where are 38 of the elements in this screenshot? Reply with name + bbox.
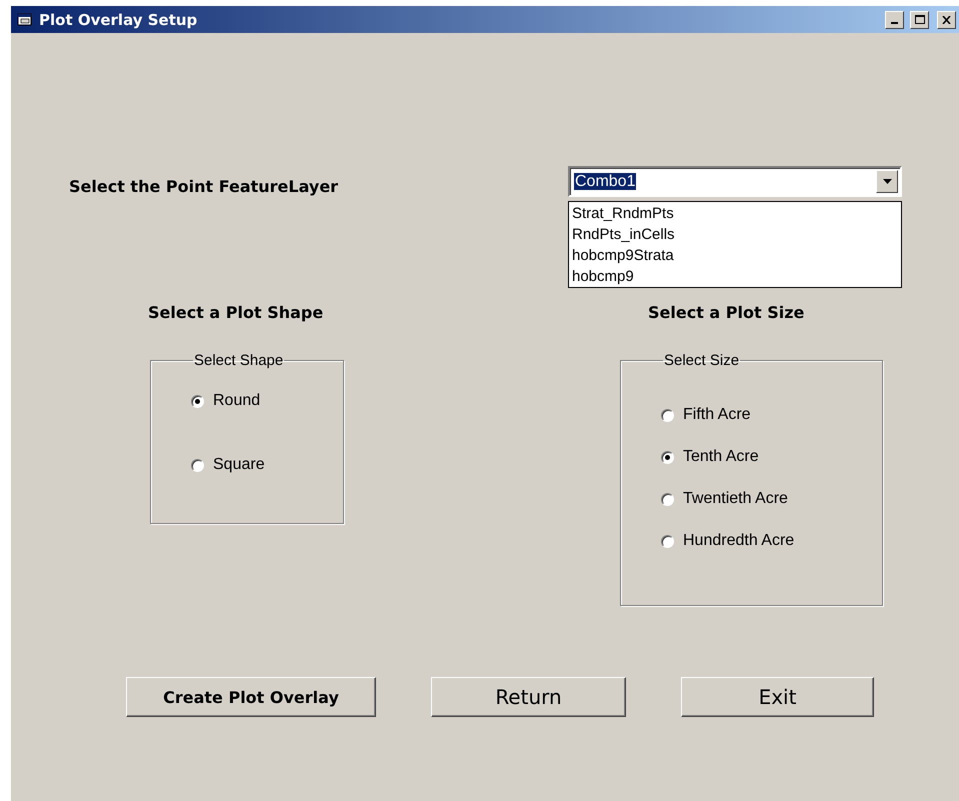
close-icon [942,16,951,24]
dialog-button[interactable]: Exit [681,677,874,717]
radio-option[interactable]: Tenth Acre [661,447,882,467]
combo-value: Combo1 [574,172,638,190]
frame-title: Select Shape [193,352,284,369]
radio-option[interactable]: Square [191,455,343,475]
radio-label: Fifth Acre [683,406,751,424]
radio-button[interactable] [661,534,674,548]
dialog-button[interactable]: Create Plot Overlay [126,677,376,717]
feature-layer-label: Select the Point FeatureLayer [69,176,338,196]
radio-label: Round [213,392,260,410]
dialog-button[interactable]: Return [431,677,626,717]
radio-label: Tenth Acre [683,448,759,466]
radio-option[interactable]: Round [191,391,343,411]
close-button[interactable] [937,10,956,28]
radio-button[interactable] [191,394,204,408]
section-heading: Select a Plot Size [648,303,806,322]
minimize-icon [891,22,898,24]
window-title: Plot Overlay Setup [39,10,198,28]
minimize-button[interactable] [885,10,904,28]
radio-option[interactable]: Fifth Acre [661,405,882,425]
radio-option[interactable]: Hundredth Acre [661,531,882,551]
dropdown-button[interactable] [876,170,898,193]
radio-option[interactable]: Twentieth Acre [661,489,882,509]
radio-button[interactable] [661,492,674,506]
section-heading: Select a Plot Shape [148,303,324,322]
maximize-button[interactable] [910,10,929,28]
radio-button[interactable] [661,408,674,422]
window-icon [17,12,33,26]
frame-title: Select Size [663,352,740,369]
layer-combo-box[interactable]: Combo1 [568,166,902,197]
radio-label: Square [213,456,265,474]
maximize-icon [914,15,924,24]
caret-icon [882,179,892,184]
radio-label: Twentieth Acre [683,490,788,508]
radio-label: Hundredth Acre [683,532,794,550]
radio-button[interactable] [661,450,674,464]
radio-button[interactable] [191,458,204,472]
